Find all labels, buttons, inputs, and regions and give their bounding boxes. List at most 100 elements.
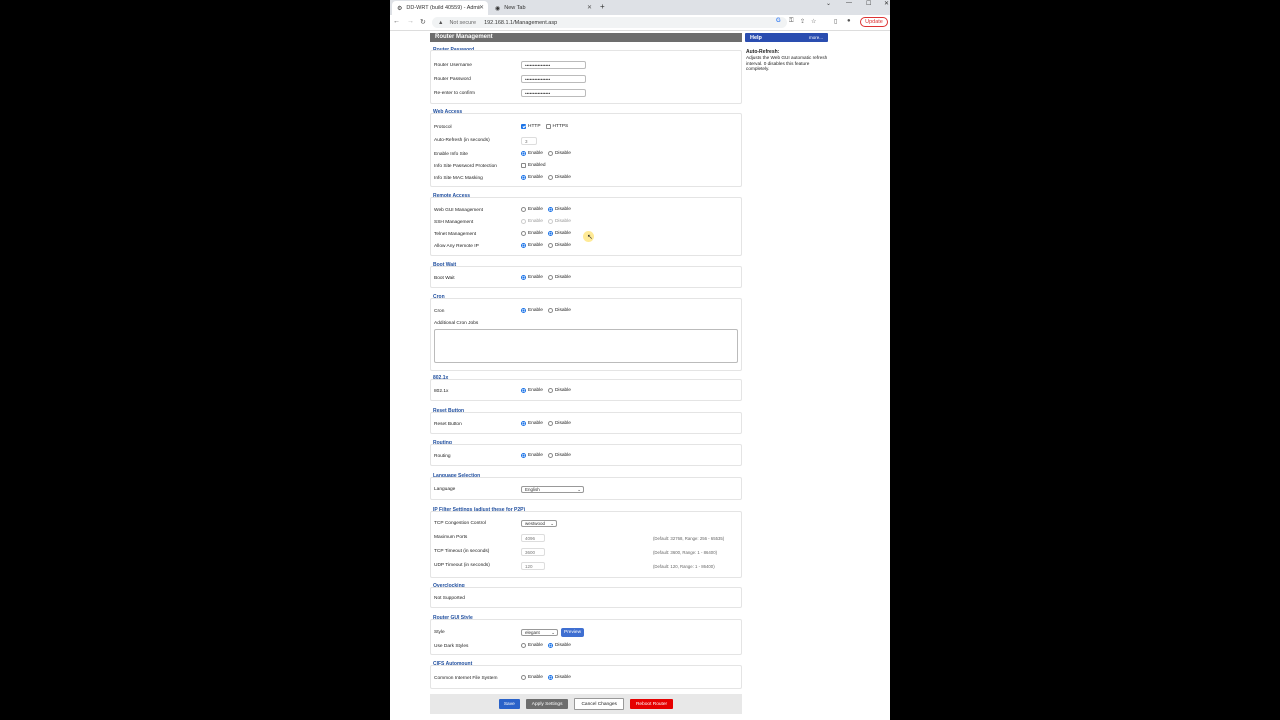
info-password-control: Enabled xyxy=(521,163,546,168)
disable-label: Disable xyxy=(554,275,571,280)
enable-label: Enable xyxy=(528,175,543,180)
style-select[interactable]: elegant ⌄ xyxy=(521,629,558,636)
autorefresh-input[interactable]: 3 xyxy=(521,137,537,145)
update-button[interactable]: Update xyxy=(860,17,888,27)
share-icon[interactable]: ⇪ xyxy=(800,18,805,25)
page-title: Router Management xyxy=(430,33,742,42)
cron-enable-radio[interactable] xyxy=(521,308,526,313)
language-label: Language xyxy=(434,487,456,492)
help-text: Adjusts the Web GUI automatic refresh in… xyxy=(746,55,828,72)
maximize-icon[interactable]: ☐ xyxy=(866,0,871,7)
tcp-cc-select[interactable]: westwood ⌄ xyxy=(521,520,557,527)
browser-window: ⚙ DD-WRT (build 40559) - Administration.… xyxy=(390,0,890,720)
telnet-enable-radio[interactable] xyxy=(521,231,526,236)
main-content: Router Management Router Password Router… xyxy=(430,33,742,714)
fieldset-router-password: Router Username •••••••••••••••• Router … xyxy=(430,50,742,104)
dark-disable-radio[interactable] xyxy=(547,643,553,648)
cron-jobs-label: Additional Cron Jobs xyxy=(434,321,479,326)
any-ip-enable-radio[interactable] xyxy=(521,243,526,248)
minimize-icon[interactable]: — xyxy=(846,0,852,6)
save-button[interactable]: Save xyxy=(498,699,520,709)
webgui-label: Web GUI Management xyxy=(434,208,483,213)
disable-label: Disable xyxy=(554,219,571,224)
http-checkbox[interactable] xyxy=(521,124,526,129)
ssh-enable-radio[interactable] xyxy=(521,219,526,224)
router-username-input[interactable]: •••••••••••••••• xyxy=(521,61,586,69)
fieldset-web-access: Protocol HTTP HTTPS Auto-Refresh (in sec… xyxy=(430,113,742,187)
close-icon[interactable]: ✕ xyxy=(587,4,592,11)
enable-label: Enable xyxy=(528,231,543,236)
toolbar: ← → ↻ ▲ Not secure 192.168.1.1/Managemen… xyxy=(390,15,890,31)
profile-icon[interactable]: ● xyxy=(847,18,851,24)
webgui-disable-radio[interactable] xyxy=(547,207,553,212)
telnet-disable-radio[interactable] xyxy=(547,231,553,236)
disable-label: Disable xyxy=(554,388,571,393)
boot-wait-enable-radio[interactable] xyxy=(521,275,526,280)
star-icon[interactable]: ☆ xyxy=(811,18,816,25)
cancel-changes-button[interactable]: Cancel Changes xyxy=(574,698,624,710)
help-title: Help xyxy=(750,34,762,41)
help-panel: Help more... Auto-Refresh: Adjusts the W… xyxy=(745,33,828,72)
enable-label: Enable xyxy=(528,643,543,648)
enable-label: Enable xyxy=(528,308,543,313)
router-password-input[interactable]: •••••••••••••••• xyxy=(521,75,586,83)
max-ports-input[interactable]: 4096 xyxy=(521,534,545,542)
dot1x-enable-radio[interactable] xyxy=(521,388,526,393)
plus-icon[interactable]: + xyxy=(600,2,605,11)
reload-icon[interactable]: ↻ xyxy=(420,18,426,26)
tab-ddwrt[interactable]: ⚙ DD-WRT (build 40559) - Administration.… xyxy=(392,1,488,15)
enable-label: Enable xyxy=(528,453,543,458)
telnet-control: Enable Disable xyxy=(521,231,571,236)
boot-wait-disable-radio[interactable] xyxy=(547,275,553,280)
reboot-router-button[interactable]: Reboot Router xyxy=(629,699,674,709)
routing-enable-radio[interactable] xyxy=(521,453,526,458)
help-header: Help more... xyxy=(745,33,828,42)
chevron-down-icon[interactable]: ⌄ xyxy=(826,0,831,7)
tcp-timeout-label: TCP Timeout (in seconds) xyxy=(434,549,490,554)
close-icon[interactable]: ✕ xyxy=(479,4,484,11)
info-site-disable-radio[interactable] xyxy=(547,151,553,156)
cifs-label: Common Internet File System xyxy=(434,676,498,681)
tcp-timeout-input[interactable]: 3600 xyxy=(521,548,545,556)
reset-button-label: Reset Button xyxy=(434,422,462,427)
udp-timeout-input[interactable]: 120 xyxy=(521,562,545,570)
dark-enable-radio[interactable] xyxy=(521,643,526,648)
pointer-icon: ↖ xyxy=(587,234,593,241)
info-site-enable-radio[interactable] xyxy=(521,151,526,156)
key-icon[interactable]: ⚿ xyxy=(789,18,794,25)
tab-new-tab[interactable]: ◉ New Tab ✕ xyxy=(490,1,596,15)
mac-masking-disable-radio[interactable] xyxy=(547,175,553,180)
back-icon[interactable]: ← xyxy=(393,18,400,25)
more-link[interactable]: more... xyxy=(809,35,823,40)
dot1x-disable-radio[interactable] xyxy=(547,388,553,393)
language-select[interactable]: English ⌄ xyxy=(521,486,584,493)
tcp-timeout-hint: (Default: 3600, Range: 1 - 86400) xyxy=(653,550,718,555)
forward-icon[interactable]: → xyxy=(407,18,414,25)
address-bar[interactable]: ▲ Not secure 192.168.1.1/Management.asp xyxy=(432,17,787,28)
routing-disable-radio[interactable] xyxy=(547,453,553,458)
reset-enable-radio[interactable] xyxy=(521,421,526,426)
webgui-enable-radio[interactable] xyxy=(521,207,526,212)
tab-title: New Tab xyxy=(504,5,526,11)
apply-settings-button[interactable]: Apply Settings xyxy=(525,699,569,709)
any-ip-disable-radio[interactable] xyxy=(547,243,553,248)
sidebar-icon[interactable]: ▯ xyxy=(834,18,837,25)
udp-timeout-hint: (Default: 120, Range: 1 - 86400) xyxy=(653,564,715,569)
google-icon[interactable]: G xyxy=(776,18,781,24)
info-site-control: Enable Disable xyxy=(521,151,571,156)
max-ports-hint: (Default: 32768, Range: 256 - 65535) xyxy=(653,536,725,541)
close-window-icon[interactable]: ✕ xyxy=(884,0,889,7)
preview-button[interactable]: Preview xyxy=(561,628,585,637)
cifs-enable-radio[interactable] xyxy=(521,675,526,680)
cron-jobs-textarea[interactable] xyxy=(434,329,738,363)
confirm-password-input[interactable]: •••••••••••••••• xyxy=(521,89,586,97)
https-checkbox[interactable] xyxy=(545,124,551,129)
fieldset-cifs: Common Internet File System Enable Disab… xyxy=(430,665,742,689)
mac-masking-enable-radio[interactable] xyxy=(521,175,526,180)
reset-disable-radio[interactable] xyxy=(547,421,553,426)
cifs-disable-radio[interactable] xyxy=(547,675,553,680)
info-password-checkbox[interactable] xyxy=(521,163,526,168)
protocol-label: Protocol xyxy=(434,125,452,130)
ssh-disable-radio[interactable] xyxy=(547,219,553,224)
cron-disable-radio[interactable] xyxy=(547,308,553,313)
